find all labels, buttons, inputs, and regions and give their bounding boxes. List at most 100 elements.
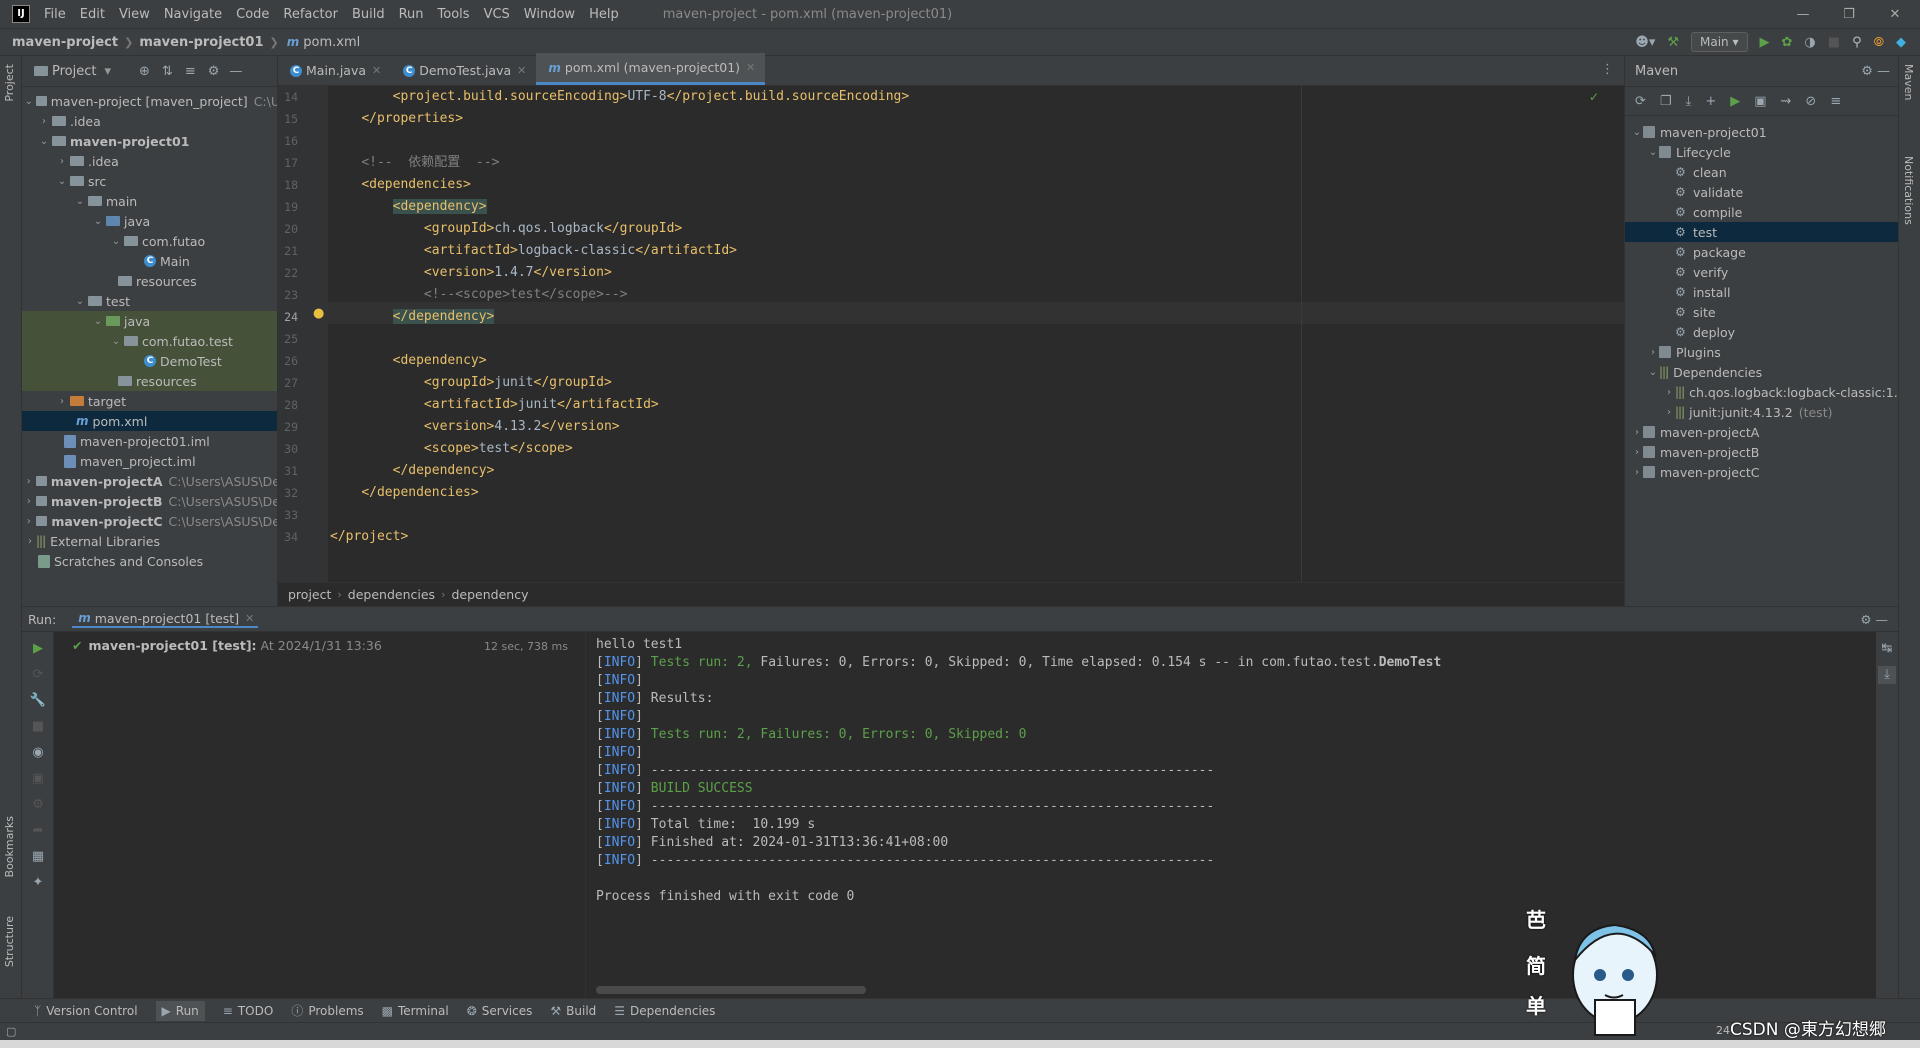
- run-tree-item[interactable]: ✔ maven-project01 [test]: At 2024/1/31 1…: [72, 638, 382, 653]
- code-line[interactable]: <project.build.sourceEncoding>UTF-8</pro…: [330, 86, 910, 108]
- debug-icon[interactable]: ✿: [1782, 35, 1793, 50]
- add-icon[interactable]: +: [1705, 94, 1716, 109]
- code-line[interactable]: [330, 328, 361, 350]
- gear-icon[interactable]: ⚙ —: [1860, 612, 1888, 627]
- code-line[interactable]: <!-- 依赖配置 -->: [330, 152, 499, 174]
- tree-item-maven-projectb[interactable]: › maven-projectB C:\Users\ASUS\De: [22, 491, 277, 511]
- tab-dependencies[interactable]: ☰ Dependencies: [614, 1004, 715, 1018]
- search-icon[interactable]: ⚲: [1852, 35, 1862, 50]
- goal-clean[interactable]: ⚙ clean: [1625, 162, 1898, 182]
- code-line[interactable]: [330, 504, 361, 526]
- plugin-logo-icon[interactable]: ◆: [1896, 35, 1906, 50]
- code-line[interactable]: <groupId>ch.qos.logback</groupId>: [330, 218, 682, 240]
- maven-tool-tab[interactable]: Maven: [1902, 64, 1915, 100]
- dependency-logback[interactable]: › ||| ch.qos.logback:logback-classic:1.4: [1625, 382, 1898, 402]
- tree-item-maven-projecta[interactable]: › maven-projectA C:\Users\ASUS\De: [22, 471, 277, 491]
- menu-code[interactable]: Code: [236, 7, 269, 22]
- xml-crumb-project[interactable]: project: [288, 587, 331, 602]
- tree-item-test[interactable]: ⌄ test: [22, 291, 277, 311]
- collapse-icon[interactable]: ≡: [1830, 94, 1841, 109]
- tab-main-java[interactable]: C Main.java ✕: [278, 56, 391, 85]
- coverage-icon[interactable]: ◑: [1804, 35, 1815, 50]
- code-line[interactable]: <scope>test</scope>: [330, 438, 573, 460]
- inspection-ok-icon[interactable]: ✓: [1589, 90, 1599, 104]
- skip-tests-icon[interactable]: ⊘: [1805, 94, 1816, 109]
- run-configuration-select[interactable]: Main ▾: [1691, 32, 1748, 52]
- user-icon[interactable]: ☻▾: [1635, 35, 1655, 50]
- settings-icon[interactable]: ⚙: [29, 796, 47, 814]
- project-tool-tab[interactable]: Project: [3, 64, 16, 102]
- update-icon[interactable]: ⦾: [1874, 35, 1884, 50]
- rerun-failed-icon[interactable]: ⟳: [29, 666, 47, 684]
- code-line[interactable]: <artifactId>junit</artifactId>: [330, 394, 659, 416]
- soft-wrap-icon[interactable]: ↹: [1878, 640, 1896, 658]
- code-line[interactable]: </dependency>: [330, 306, 495, 328]
- tree-item-test-java[interactable]: ⌄ java: [22, 311, 277, 331]
- toggle-offline-icon[interactable]: ⇝: [1781, 94, 1792, 109]
- menu-vcs[interactable]: VCS: [484, 7, 510, 22]
- tree-item-idea[interactable]: › .idea: [22, 111, 277, 131]
- tree-item-java[interactable]: ⌄ java: [22, 211, 277, 231]
- structure-tool-tab[interactable]: Structure: [3, 916, 16, 967]
- code-line[interactable]: </dependency>: [330, 460, 495, 482]
- scroll-to-end-icon[interactable]: ⤓: [1878, 666, 1896, 684]
- camera-icon[interactable]: ▣: [29, 770, 47, 788]
- tree-item-com-futao-test[interactable]: ⌄ com.futao.test: [22, 331, 277, 351]
- code-line[interactable]: <!--<scope>test</scope>-->: [330, 284, 628, 306]
- tab-services[interactable]: ❂ Services: [467, 1004, 533, 1018]
- code-line[interactable]: </project>: [330, 526, 408, 548]
- tree-item-demotest[interactable]: C DemoTest: [22, 351, 277, 371]
- plugins-node[interactable]: › Plugins: [1625, 342, 1898, 362]
- code-line[interactable]: <version>1.4.7</version>: [330, 262, 612, 284]
- reload-icon[interactable]: ⟳: [1635, 94, 1646, 109]
- lifecycle-node[interactable]: ⌄ Lifecycle: [1625, 142, 1898, 162]
- tree-item-scratches[interactable]: Scratches and Consoles: [22, 551, 277, 571]
- code-line[interactable]: </dependencies>: [330, 482, 478, 504]
- code-line[interactable]: <dependency>: [330, 350, 487, 372]
- close-tab-icon[interactable]: ✕: [517, 64, 526, 77]
- menu-help[interactable]: Help: [589, 7, 619, 22]
- tree-item-test-resources[interactable]: resources: [22, 371, 277, 391]
- tab-pom-xml[interactable]: m pom.xml (maven-project01) ✕: [536, 53, 766, 85]
- expand-all-icon[interactable]: ⇅: [162, 64, 173, 79]
- tab-build[interactable]: ⚒ Build: [550, 1004, 596, 1018]
- menu-view[interactable]: View: [119, 7, 150, 22]
- goal-compile[interactable]: ⚙ compile: [1625, 202, 1898, 222]
- goal-site[interactable]: ⚙ site: [1625, 302, 1898, 322]
- goal-validate[interactable]: ⚙ validate: [1625, 182, 1898, 202]
- code-line[interactable]: <artifactId>logback-classic</artifactId>: [330, 240, 737, 262]
- goal-install[interactable]: ⚙ install: [1625, 282, 1898, 302]
- xml-crumb-dependencies[interactable]: dependencies: [348, 587, 435, 602]
- hide-icon[interactable]: —: [229, 64, 242, 79]
- run-maven-icon[interactable]: ▶: [1730, 94, 1740, 109]
- tree-item-pom-xml[interactable]: m pom.xml: [22, 411, 277, 431]
- menu-file[interactable]: File: [44, 7, 66, 22]
- dropdown-icon[interactable]: ▾: [104, 64, 111, 79]
- tree-item-iml[interactable]: maven-project01.iml: [22, 431, 277, 451]
- stop-icon[interactable]: ■: [29, 718, 47, 736]
- run-tab[interactable]: m maven-project01 [test] ✕: [72, 611, 259, 628]
- goal-test[interactable]: ⚙ test: [1625, 222, 1898, 242]
- notifications-tool-tab[interactable]: Notifications: [1902, 156, 1915, 225]
- menu-run[interactable]: Run: [399, 7, 424, 22]
- tree-item-external-libraries[interactable]: › ||| External Libraries: [22, 531, 277, 551]
- more-tabs-icon[interactable]: ⋮: [1601, 62, 1614, 77]
- menu-tools[interactable]: Tools: [438, 7, 470, 22]
- tree-item-idea[interactable]: › .idea: [22, 151, 277, 171]
- console-output[interactable]: hello test1 [INFO] Tests run: 2, Failures…: [586, 632, 1876, 998]
- code-line[interactable]: <dependencies>: [330, 174, 471, 196]
- tree-item-resources[interactable]: resources: [22, 271, 277, 291]
- tree-item-maven-project[interactable]: ⌄ maven-project [maven_project] C:\U: [22, 91, 277, 111]
- execute-goal-icon[interactable]: ▣: [1754, 94, 1766, 109]
- tab-run[interactable]: ▶ Run: [155, 1000, 205, 1021]
- status-square-icon[interactable]: ▢: [6, 1025, 16, 1038]
- menu-build[interactable]: Build: [352, 7, 385, 22]
- menu-window[interactable]: Window: [524, 7, 575, 22]
- download-icon[interactable]: ⤓: [1686, 94, 1692, 109]
- tree-item-target[interactable]: › target: [22, 391, 277, 411]
- code-line[interactable]: <version>4.13.2</version>: [330, 416, 620, 438]
- minimize-icon[interactable]: —: [1780, 0, 1826, 28]
- gear-icon[interactable]: ⚙ —: [1861, 64, 1890, 79]
- project-panel-title[interactable]: Project: [52, 64, 96, 79]
- layout-icon[interactable]: ▦: [29, 848, 47, 866]
